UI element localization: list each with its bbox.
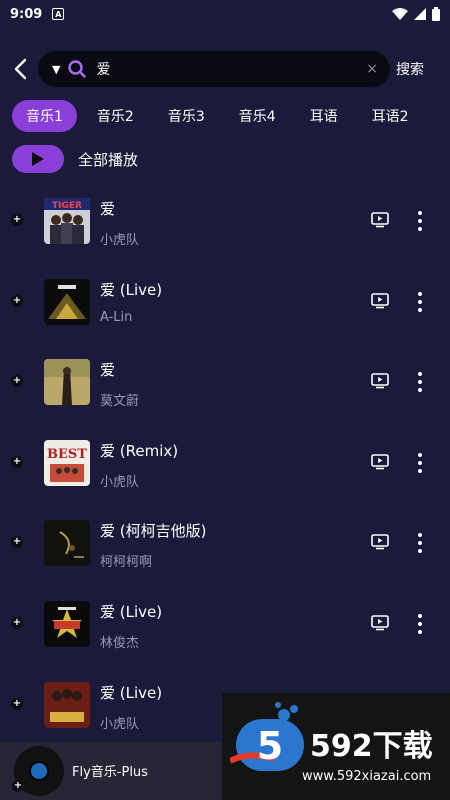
more-options-icon[interactable] [417, 372, 423, 393]
add-icon[interactable]: + [11, 616, 23, 629]
song-artist: 小虎队 [100, 233, 140, 248]
wifi-icon [392, 8, 408, 20]
add-icon[interactable]: + [11, 697, 23, 710]
watermark-logo: 5 [230, 702, 304, 771]
mini-player-title: Fly音乐-Plus [72, 765, 148, 780]
svg-text:5: 5 [257, 724, 283, 768]
song-artist: A-Lin [100, 309, 133, 325]
add-icon[interactable]: + [11, 536, 23, 549]
back-button[interactable] [2, 48, 38, 90]
source-tabs: 音乐1 音乐2 音乐3 音乐4 耳语 耳语2 [0, 100, 450, 132]
song-title: 爱 (Live) [100, 602, 163, 621]
more-options-icon[interactable] [417, 211, 423, 231]
search-icon [68, 60, 87, 78]
signal-icon [414, 8, 426, 20]
tab-music3[interactable]: 音乐3 [154, 100, 219, 132]
caret-down-icon[interactable]: ▼ [52, 63, 60, 76]
album-cover [44, 278, 90, 325]
song-title: 爱 (Live) [100, 683, 163, 702]
notification-app-icon: A [52, 8, 65, 20]
mv-icon[interactable] [371, 292, 389, 309]
chevron-left-icon [14, 58, 27, 80]
song-artist: 小虎队 [100, 474, 140, 490]
svg-text:TIGER: TIGER [52, 201, 82, 211]
song-item[interactable]: + TIGER 爱 小虎队 [0, 180, 450, 261]
more-options-icon[interactable] [417, 533, 423, 554]
song-artist: 林俊杰 [100, 635, 140, 651]
tab-whisper2[interactable]: 耳语2 [358, 100, 423, 132]
search-input[interactable] [96, 61, 367, 77]
album-cover: TIGER [44, 198, 90, 244]
album-cover [44, 600, 90, 647]
add-icon[interactable]: + [11, 294, 23, 307]
mv-icon[interactable] [371, 212, 389, 228]
song-list: + TIGER 爱 小虎队 + 爱 (Live) A-Lin + 爱 莫文蔚 +… [0, 180, 450, 744]
play-icon [32, 152, 44, 166]
song-artist: 小虎队 [100, 716, 140, 732]
song-title: 爱 [100, 200, 116, 218]
status-bar: 9:09 A [0, 0, 450, 28]
more-options-icon[interactable] [417, 452, 423, 473]
status-indicators [392, 7, 440, 21]
tab-music4[interactable]: 音乐4 [225, 100, 290, 132]
watermark-url: www.592xiazai.com [302, 769, 432, 784]
add-icon[interactable]: + [11, 375, 23, 388]
status-time: 9:09 [10, 6, 43, 22]
mv-icon[interactable] [371, 534, 389, 550]
search-row: ▼ × 搜索 [0, 48, 450, 90]
watermark: 5 592下载 www.592xiazai.com [222, 693, 450, 800]
song-title: 爱 (Live) [100, 280, 163, 299]
song-item[interactable]: + 爱 (Live) A-Lin [0, 261, 450, 342]
album-cover [44, 520, 90, 567]
song-title: 爱 (Remix) [100, 441, 179, 460]
song-item[interactable]: + 爱 (Live) 林俊杰 [0, 583, 450, 664]
play-all-label: 全部播放 [78, 150, 139, 169]
play-all-row[interactable]: 全部播放 [12, 144, 138, 174]
play-all-button[interactable] [12, 145, 64, 173]
album-cover [44, 359, 90, 406]
tab-music1[interactable]: 音乐1 [12, 100, 77, 132]
song-title: 爱 [100, 361, 116, 380]
battery-icon [432, 7, 440, 21]
mv-icon[interactable] [371, 615, 389, 631]
add-icon[interactable]: + [12, 780, 24, 792]
mv-icon[interactable] [371, 373, 389, 389]
more-options-icon[interactable] [417, 291, 423, 312]
song-item[interactable]: + BEST 爱 (Remix) 小虎队 [0, 422, 450, 503]
song-item[interactable]: + 爱 莫文蔚 [0, 341, 450, 422]
add-icon[interactable]: + [11, 214, 23, 226]
search-button[interactable]: 搜索 [396, 59, 424, 79]
album-cover: BEST [44, 439, 90, 486]
add-icon[interactable]: + [11, 455, 23, 468]
mv-icon[interactable] [371, 453, 389, 470]
album-cover [44, 681, 90, 728]
song-artist: 柯柯柯啊 [100, 555, 153, 571]
svg-text:BEST: BEST [47, 447, 87, 462]
search-box: ▼ × [38, 51, 390, 87]
song-artist: 莫文蔚 [100, 394, 140, 410]
song-title: 爱 (柯柯吉他版) [100, 522, 207, 541]
tab-music2[interactable]: 音乐2 [83, 100, 148, 132]
more-options-icon[interactable] [417, 613, 423, 634]
clear-search-icon[interactable]: × [366, 61, 378, 77]
watermark-brand: 592下载 [310, 729, 433, 764]
song-item[interactable]: + 爱 (柯柯吉他版) 柯柯柯啊 [0, 502, 450, 583]
tab-whisper[interactable]: 耳语 [296, 100, 352, 132]
